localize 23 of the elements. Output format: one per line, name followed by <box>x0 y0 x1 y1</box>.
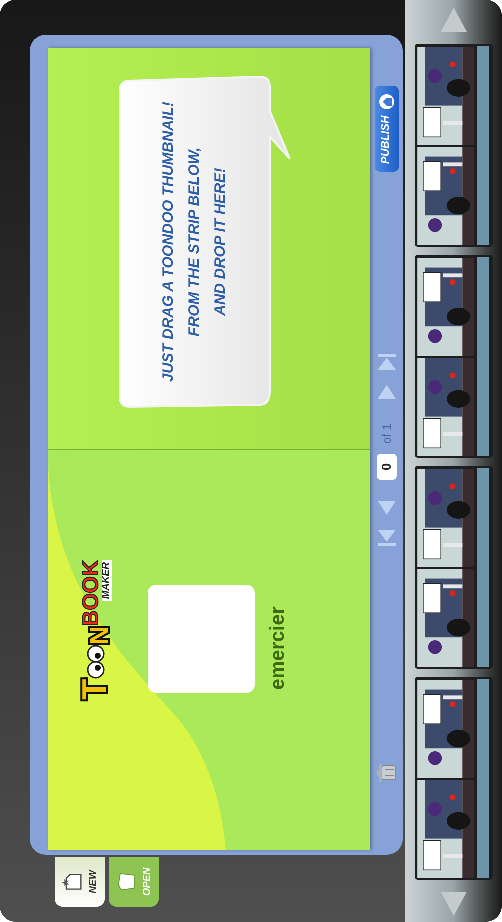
bubble-text: JUST DRAG A TOONDOO THUMBNAIL! FROM THE STRIP BELOW, AND DROP IT HERE! <box>159 102 230 382</box>
page-number-field[interactable]: 0 <box>376 454 396 480</box>
publish-icon <box>378 94 394 110</box>
comic-thumbnail[interactable] <box>414 44 492 247</box>
page-count: of 1 <box>378 424 394 444</box>
logo-text: N <box>86 626 112 646</box>
previous-page-icon[interactable] <box>378 500 396 516</box>
publish-button[interactable]: PUBLISH <box>374 86 398 172</box>
trash-icon[interactable] <box>376 764 396 782</box>
comic-thumbnail[interactable] <box>414 677 492 880</box>
comic-thumbnail[interactable] <box>414 466 492 669</box>
first-page-icon[interactable] <box>378 530 396 546</box>
tab[interactable]: NEW <box>55 857 105 907</box>
logo-text: T <box>78 679 112 700</box>
next-page-icon[interactable] <box>378 384 396 400</box>
logo-text: BOOK <box>80 560 102 626</box>
last-page-icon[interactable] <box>378 354 396 370</box>
logo-tagline: MAKER <box>102 560 112 602</box>
comic-thumbnail[interactable] <box>414 255 492 458</box>
new-page-icon <box>60 871 84 893</box>
author-name: emercier <box>266 606 290 690</box>
scroll-left-icon[interactable] <box>440 892 466 916</box>
scroll-right-icon[interactable] <box>440 8 466 32</box>
